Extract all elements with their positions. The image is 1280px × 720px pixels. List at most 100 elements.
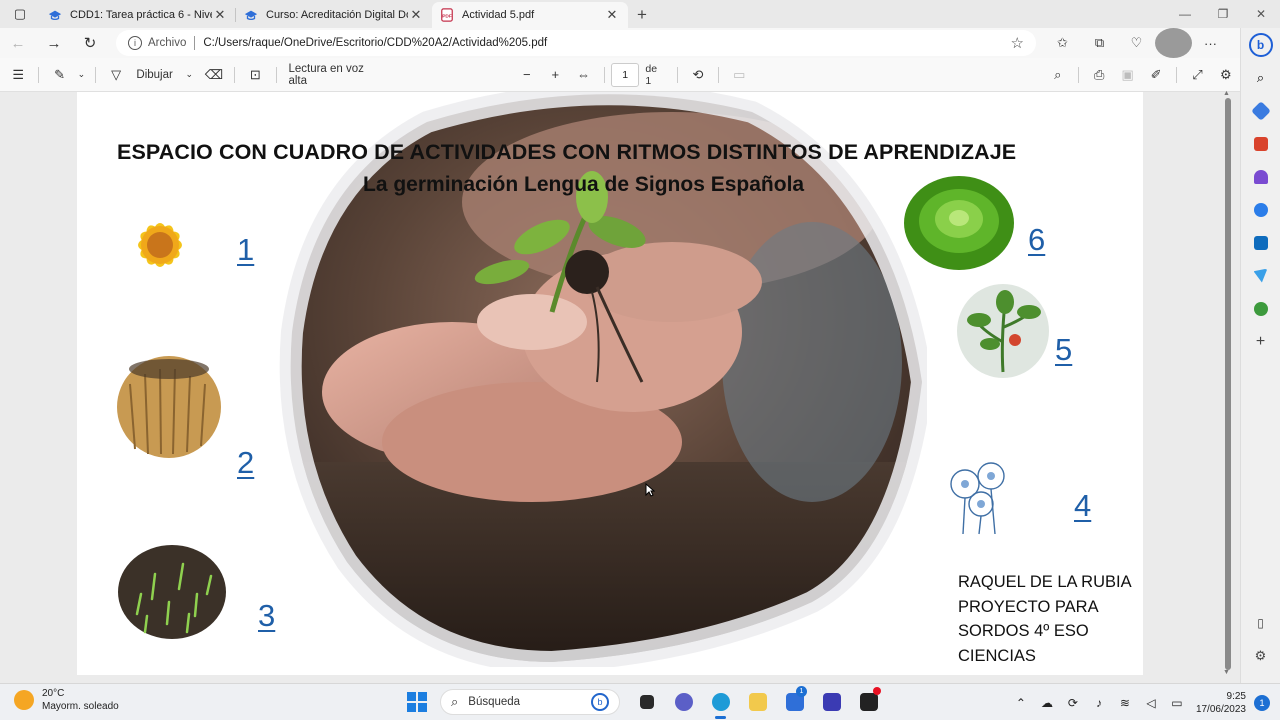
chevron-down-icon[interactable]: ⌄ bbox=[74, 58, 89, 92]
activity-link-2[interactable]: 2 bbox=[237, 445, 254, 481]
edge-taskbar-button[interactable] bbox=[702, 689, 739, 719]
page-number-input[interactable]: 1 bbox=[610, 62, 640, 87]
microsoft-365-button[interactable] bbox=[1241, 193, 1280, 226]
tab-actions-icon[interactable]: ▢ bbox=[0, 0, 40, 28]
minimize-icon[interactable]: — bbox=[1166, 0, 1204, 28]
sprouts-in-soil-image bbox=[118, 545, 226, 639]
zoom-in-icon[interactable]: + bbox=[541, 58, 569, 92]
page-view-icon[interactable]: ▭ bbox=[725, 58, 753, 92]
add-sidebar-app-icon[interactable]: + bbox=[1241, 325, 1280, 358]
profile-avatar[interactable] bbox=[1155, 28, 1192, 58]
games-button[interactable] bbox=[1241, 160, 1280, 193]
chevron-down-icon[interactable]: ⌄ bbox=[179, 58, 200, 92]
close-tab-icon[interactable]: ✕ bbox=[604, 7, 620, 23]
split-screen-icon[interactable]: ▯ bbox=[1241, 606, 1280, 639]
activity-link-1[interactable]: 1 bbox=[237, 232, 254, 268]
table-of-contents-icon[interactable]: ☰ bbox=[4, 58, 32, 92]
start-button[interactable] bbox=[407, 692, 427, 712]
forward-icon[interactable]: → bbox=[36, 28, 72, 58]
battery-icon[interactable]: ▭ bbox=[1164, 696, 1190, 710]
favorite-star-icon[interactable]: ☆ bbox=[1011, 34, 1024, 52]
pen-app-icon bbox=[822, 693, 841, 711]
fit-to-width-icon[interactable]: ⇔ bbox=[569, 58, 597, 92]
read-aloud-button[interactable]: Lectura en voz alta bbox=[282, 58, 386, 92]
activity-link-4[interactable]: 4 bbox=[1074, 488, 1091, 524]
url-text[interactable]: C:/Users/raque/OneDrive/Escritorio/CDD%2… bbox=[203, 37, 1010, 49]
save-as-icon[interactable]: ✐ bbox=[1142, 58, 1170, 92]
address-field[interactable]: i Archivo C:/Users/raque/OneDrive/Escrit… bbox=[116, 30, 1036, 56]
divider bbox=[275, 66, 277, 83]
search-icon[interactable]: ⌕ bbox=[1241, 61, 1280, 94]
tab-actividad-5[interactable]: PDF Actividad 5.pdf ✕ bbox=[432, 2, 628, 28]
speaker-icon[interactable]: ◁ bbox=[1138, 696, 1164, 710]
scroll-up-icon[interactable]: ▲ bbox=[1223, 90, 1230, 97]
microphone-icon[interactable]: ♪ bbox=[1086, 696, 1112, 710]
pdf-settings-icon[interactable]: ⚙ bbox=[1212, 58, 1240, 92]
vertical-scrollbar[interactable]: ▲ ▼ bbox=[1222, 90, 1234, 678]
weather-widget[interactable]: 20°C Mayorm. soleado bbox=[14, 687, 119, 713]
rotate-icon[interactable]: ⟲ bbox=[684, 58, 712, 92]
chevron-up-icon[interactable]: ⌃ bbox=[1008, 696, 1034, 710]
tab-curso[interactable]: Curso: Acreditación Digital Doce ✕ bbox=[236, 2, 432, 28]
copilot-button[interactable]: b bbox=[1241, 28, 1280, 61]
refresh-icon[interactable]: ↻ bbox=[72, 28, 108, 58]
sidebar-settings-icon[interactable]: ⚙ bbox=[1241, 639, 1280, 672]
edge-icon bbox=[711, 693, 730, 711]
taskbar-search[interactable]: ⌕ Búsqueda b bbox=[440, 689, 620, 715]
sunflower-image bbox=[138, 223, 182, 267]
app-button[interactable] bbox=[813, 689, 850, 715]
cloud-icon[interactable]: ☁ bbox=[1034, 696, 1060, 710]
scrollbar-thumb[interactable] bbox=[1225, 98, 1231, 670]
mouse-cursor-icon bbox=[645, 483, 655, 497]
divider bbox=[194, 36, 196, 50]
close-tab-icon[interactable]: ✕ bbox=[212, 7, 228, 23]
green-flower-image bbox=[904, 176, 1014, 270]
collections-icon[interactable]: ⧉ bbox=[1081, 28, 1118, 58]
paper-plane-icon bbox=[1253, 268, 1268, 283]
activity-link-5[interactable]: 5 bbox=[1055, 332, 1072, 368]
sync-icon[interactable]: ⟳ bbox=[1060, 696, 1086, 710]
draw-button[interactable]: Dibujar bbox=[130, 58, 178, 92]
teams-chat-button[interactable] bbox=[665, 689, 702, 715]
close-window-icon[interactable]: ✕ bbox=[1242, 0, 1280, 28]
divider bbox=[676, 66, 678, 83]
favorites-icon[interactable]: ✩ bbox=[1044, 28, 1081, 58]
clock[interactable]: 9:25 17/06/2023 bbox=[1196, 690, 1246, 716]
pdf-viewer[interactable]: ESPACIO CON CUADRO DE ACTIVIDADES CON RI… bbox=[0, 92, 1240, 683]
print-icon[interactable]: ⎙ bbox=[1085, 58, 1113, 92]
draw-icon[interactable]: ▽ bbox=[102, 58, 130, 92]
outlook-button[interactable] bbox=[1241, 226, 1280, 259]
browser-essentials-icon[interactable]: ♡ bbox=[1118, 28, 1155, 58]
scroll-down-icon[interactable]: ▼ bbox=[1223, 669, 1230, 676]
info-icon[interactable]: i bbox=[128, 36, 142, 50]
restore-icon[interactable]: ❐ bbox=[1204, 0, 1242, 28]
tab-cdd1[interactable]: CDD1: Tarea práctica 6 - Nivel A2 ✕ bbox=[40, 2, 236, 28]
notification-badge[interactable]: 1 bbox=[1254, 694, 1270, 711]
eraser-icon[interactable]: ⌫ bbox=[200, 58, 228, 92]
zoom-out-icon[interactable]: − bbox=[513, 58, 541, 92]
new-tab-button[interactable]: + bbox=[628, 2, 656, 28]
divider bbox=[718, 66, 720, 83]
activity-link-3[interactable]: 3 bbox=[258, 598, 275, 634]
wifi-icon[interactable]: ≋ bbox=[1112, 696, 1138, 710]
more-menu-icon[interactable]: ··· bbox=[1192, 28, 1229, 58]
text-box-icon[interactable]: ⊡ bbox=[241, 58, 269, 92]
divider bbox=[1077, 66, 1079, 83]
save-icon[interactable]: ▣ bbox=[1113, 58, 1141, 92]
screen-capture-button[interactable] bbox=[850, 687, 887, 715]
task-view-button[interactable] bbox=[628, 689, 665, 715]
store-button[interactable]: 1 bbox=[776, 686, 813, 715]
page-total: de 1 bbox=[645, 62, 658, 87]
drop-button[interactable] bbox=[1241, 259, 1280, 292]
file-explorer-button[interactable] bbox=[739, 689, 776, 715]
find-icon[interactable]: ⌕ bbox=[1044, 58, 1072, 92]
activity-link-6[interactable]: 6 bbox=[1028, 222, 1045, 258]
tree-button[interactable] bbox=[1241, 292, 1280, 325]
back-icon[interactable]: ← bbox=[0, 28, 36, 58]
tools-button[interactable] bbox=[1241, 127, 1280, 160]
windows-taskbar: 20°C Mayorm. soleado ⌕ Búsqueda b 1 ⌃ ☁ … bbox=[0, 683, 1280, 720]
highlight-icon[interactable]: ✎ bbox=[45, 58, 73, 92]
close-tab-icon[interactable]: ✕ bbox=[408, 7, 424, 23]
full-screen-icon[interactable]: ⤢ bbox=[1183, 58, 1211, 92]
shopping-tag-button[interactable] bbox=[1241, 94, 1280, 127]
